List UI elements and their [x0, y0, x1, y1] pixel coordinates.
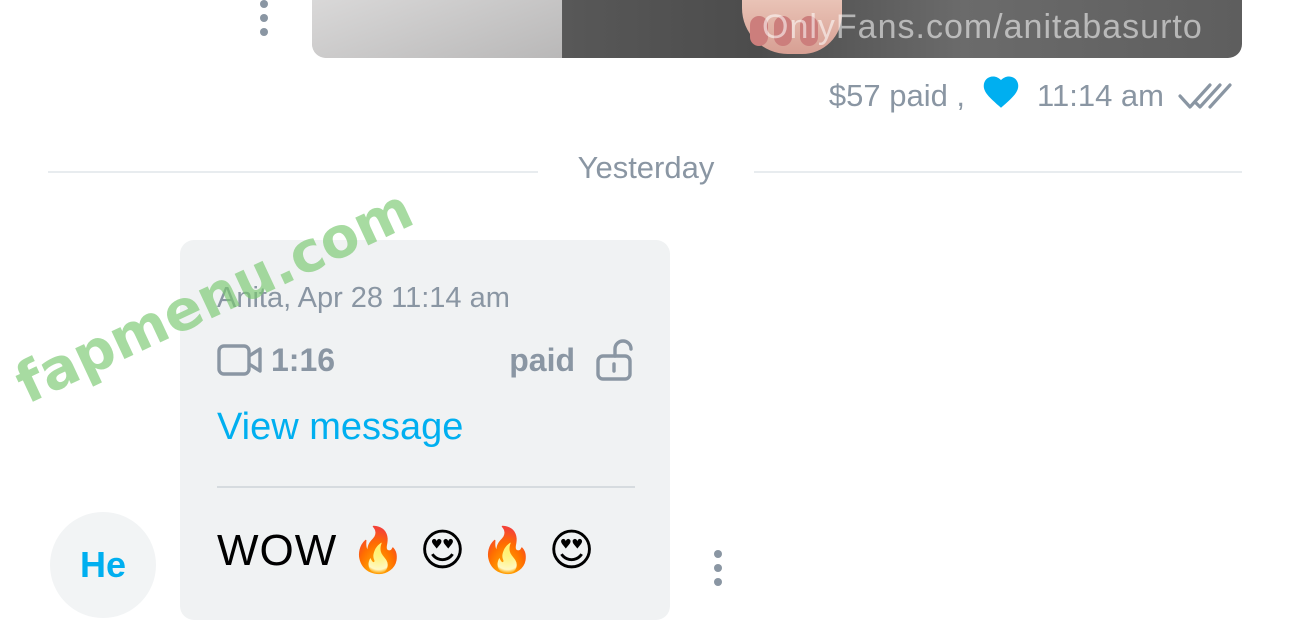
- photo-attachment[interactable]: OnlyFans.com/anitabasurto: [312, 0, 1242, 58]
- photo-watermark: OnlyFans.com/anitabasurto: [762, 8, 1203, 46]
- double-check-icon: [1178, 83, 1232, 109]
- paid-label: paid: [509, 341, 575, 378]
- media-duration: 1:16: [271, 341, 336, 378]
- date-divider-line-left: [48, 171, 538, 173]
- media-info-row: 1:16 paid: [217, 336, 635, 384]
- message-options-icon[interactable]: [258, 0, 270, 36]
- heart-icon[interactable]: [983, 75, 1019, 109]
- video-icon: [217, 344, 262, 376]
- message-bubble: Anita, Apr 28 11:14 am 1:16 paid View me…: [180, 240, 670, 620]
- message-options-icon[interactable]: [712, 550, 724, 586]
- message-text: WOW 🔥 😍 🔥 😍: [217, 526, 596, 575]
- message-meta: $57 paid , 11:14 am: [829, 74, 1232, 118]
- sender-timestamp: Anita, Apr 28 11:14 am: [217, 282, 510, 314]
- date-divider-label: Yesterday: [577, 150, 715, 185]
- date-divider-line-right: [754, 171, 1242, 173]
- photo-pillow-area: [312, 0, 562, 58]
- unlocked-lock-icon: [596, 339, 633, 381]
- bubble-separator: [217, 486, 635, 488]
- view-message-link[interactable]: View message: [217, 406, 463, 449]
- price-paid-text: $57 paid ,: [828, 78, 966, 113]
- avatar[interactable]: He: [50, 512, 156, 618]
- message-time: 11:14 am: [1037, 78, 1164, 113]
